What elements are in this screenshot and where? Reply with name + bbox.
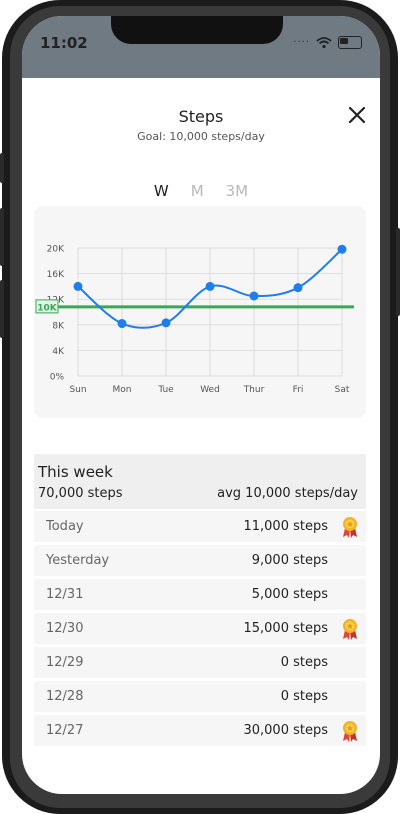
data-point [205,281,215,291]
x-tick-label: Wed [200,385,220,395]
steps-chart-card: 0%4K8K12K16K20KSunMonTueWedThurFriSat10K [34,206,366,418]
range-tabs: W M 3M [22,182,380,200]
summary-label: This week [38,463,113,481]
x-tick-label: Thur [243,385,265,395]
list-item-day: 12/31 [46,587,84,602]
tab-three-months[interactable]: 3M [226,182,249,200]
y-tick-label: 20K [47,245,65,255]
wifi-icon [316,36,332,48]
award-medal-icon [343,619,357,640]
power-button [396,228,400,316]
list-item-steps: 15,000 steps [243,621,328,636]
close-button[interactable] [344,102,370,128]
list-item[interactable]: 12/28 0 steps [34,681,366,712]
status-time: 11:02 [40,34,88,52]
volume-down-button [0,280,4,338]
summary-total: 70,000 steps [38,486,123,501]
x-tick-label: Fri [293,385,304,395]
list-item[interactable]: Yesterday 9,000 steps [34,545,366,576]
data-point [117,319,127,329]
y-tick-label: 0% [50,373,65,383]
x-tick-label: Sun [69,385,86,395]
list-item-day: 12/30 [46,621,84,636]
data-point [161,318,171,328]
list-item-steps: 30,000 steps [243,723,328,738]
list-item-steps: 11,000 steps [243,519,328,534]
volume-up-button [0,208,4,266]
summary-average: avg 10,000 steps/day [217,486,358,501]
list-item[interactable]: 12/27 30,000 steps [34,715,366,746]
list-item[interactable]: 12/31 5,000 steps [34,579,366,610]
tab-month[interactable]: M [191,182,204,200]
signal-icon: ···· [293,37,310,48]
y-tick-label: 4K [52,347,65,357]
data-point [73,281,83,291]
list-item[interactable]: 12/29 0 steps [34,647,366,678]
list-item-day: 12/29 [46,655,84,670]
data-point [249,291,259,301]
list-item-day: 12/27 [46,723,84,738]
page-title: Steps [178,107,224,126]
steps-modal: Steps Goal: 10,000 steps/day W M 3M 0% 4K… [22,78,380,794]
daily-steps-list: Today 11,000 steps Yesterday 9,000 steps 12/… [34,511,366,749]
list-item-day: Yesterday [46,553,110,568]
notch [111,16,283,44]
goal-label: 10K [37,303,58,313]
list-item-day: Today [46,519,84,534]
status-bar: 11:02 ···· [22,16,380,78]
tab-week[interactable]: W [154,182,169,200]
app-screen: 11:02 ···· Steps Goal: 10,000 steps/day … [22,16,380,794]
list-item[interactable]: 12/30 15,000 steps [34,613,366,644]
list-item-steps: 0 steps [280,689,328,704]
week-summary: This week 70,000 steps avg 10,000 steps/… [34,454,366,509]
data-point [337,244,347,254]
y-tick-label: 8K [52,321,65,331]
battery-icon [338,36,362,49]
list-item-day: 12/28 [46,689,84,704]
close-icon [348,106,366,124]
y-tick-label: 16K [47,270,65,280]
x-tick-label: Mon [113,385,132,395]
x-tick-label: Sat [335,385,350,395]
data-point [293,283,303,293]
x-tick-label: Tue [157,385,174,395]
goal-subtitle: Goal: 10,000 steps/day [137,130,265,143]
award-medal-icon [343,517,357,538]
mute-switch [0,153,4,183]
steps-chart: 0%4K8K12K16K20KSunMonTueWedThurFriSat10K [35,244,354,395]
list-item[interactable]: Today 11,000 steps [34,511,366,542]
award-medal-icon [343,721,357,742]
list-item-steps: 9,000 steps [251,553,328,568]
list-item-steps: 5,000 steps [251,587,328,602]
list-item-steps: 0 steps [280,655,328,670]
status-icons: ···· [293,36,362,49]
